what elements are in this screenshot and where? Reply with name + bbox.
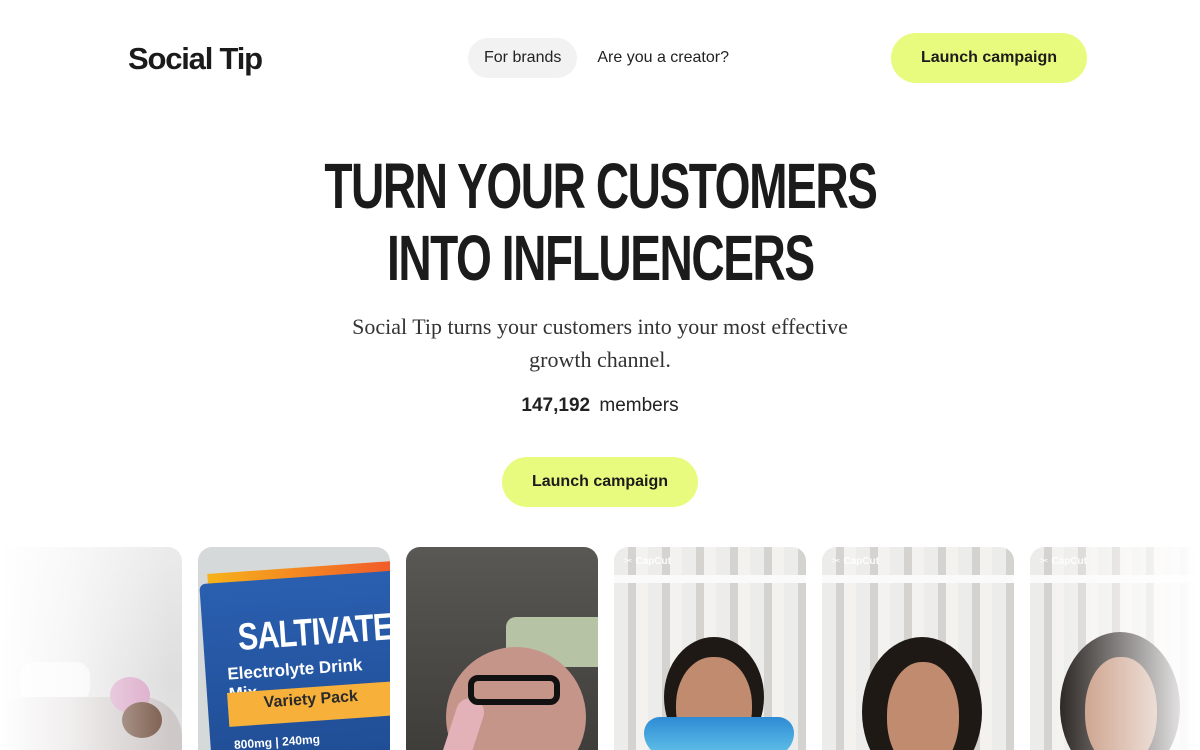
capcut-watermark: CapCut xyxy=(624,556,671,567)
video-card-car[interactable] xyxy=(406,547,598,750)
members-label: members xyxy=(599,395,679,416)
main-nav: For brands Are you a creator? xyxy=(468,38,745,78)
video-card-sunglasses[interactable]: CapCut xyxy=(614,547,806,750)
landing-page: Social Tip For brands Are you a creator?… xyxy=(0,0,1200,750)
video-card-talking[interactable]: CapCut xyxy=(1030,547,1200,750)
video-card-sleeping[interactable] xyxy=(0,547,182,750)
header-launch-campaign-button[interactable]: Launch campaign xyxy=(891,33,1087,83)
nav-for-brands[interactable]: For brands xyxy=(468,38,578,78)
video-card-saltivate[interactable]: SALTIVATE Electrolyte Drink Mix Variety … xyxy=(198,547,390,750)
sunglasses-icon xyxy=(644,717,794,750)
members-count: 147,192 members xyxy=(0,393,1200,419)
capcut-watermark: CapCut xyxy=(832,556,879,567)
logo[interactable]: Social Tip xyxy=(128,40,263,78)
nav-are-you-a-creator[interactable]: Are you a creator? xyxy=(581,38,745,78)
glasses-icon xyxy=(468,675,560,705)
hero-headline-line-1: TURN YOUR CUSTOMERS xyxy=(323,150,878,222)
members-number: 147,192 xyxy=(521,395,591,416)
hero-headline: TURN YOUR CUSTOMERS INTO INFLUENCERS xyxy=(0,150,1200,294)
video-card-surprised[interactable]: CapCut xyxy=(822,547,1014,750)
capcut-watermark: CapCut xyxy=(1040,556,1087,567)
hero-subtitle: Social Tip turns your customers into you… xyxy=(352,314,848,372)
site-header: Social Tip For brands Are you a creator?… xyxy=(0,0,1200,115)
creator-video-carousel: SALTIVATE Electrolyte Drink Mix Variety … xyxy=(0,547,1200,750)
hero-launch-campaign-button[interactable]: Launch campaign xyxy=(502,457,698,507)
hero-headline-line-2: INTO INFLUENCERS xyxy=(386,222,815,294)
